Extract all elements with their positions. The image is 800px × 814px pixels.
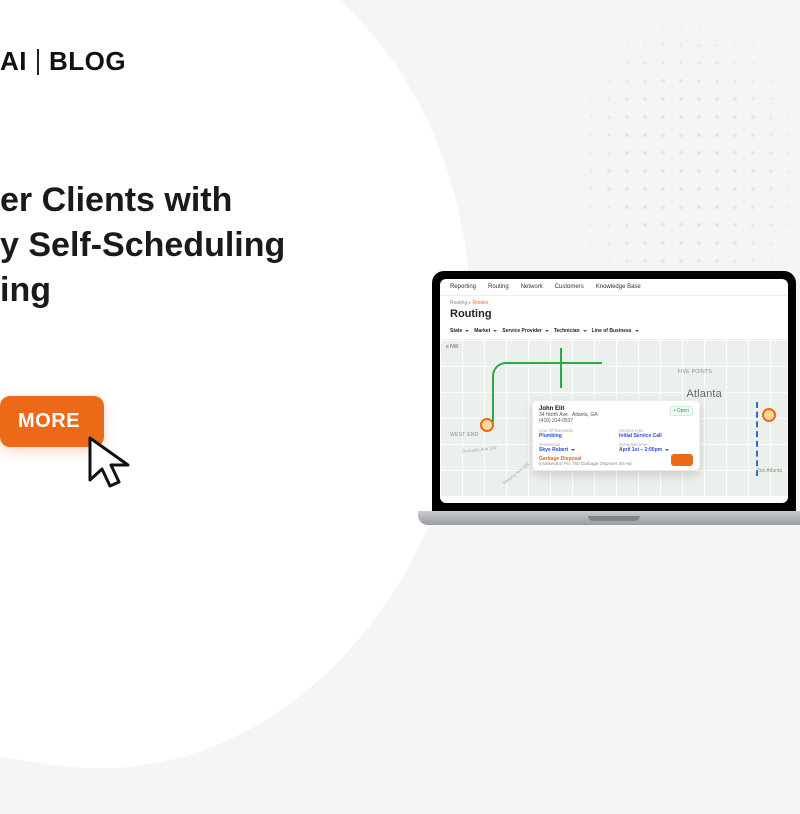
chevron-down-icon — [583, 330, 587, 332]
chevron-down-icon — [465, 330, 469, 332]
headline-line-1: er Clients with — [0, 178, 285, 223]
breadcrumb-active: Routes — [473, 300, 489, 306]
headline-line-3: ing — [0, 268, 285, 313]
disposal-model: Insinkerator Pro 750 Garbage Disposer 3/… — [539, 461, 693, 466]
app-window: Reporting Routing Network Customers Know… — [440, 279, 788, 503]
map-route-green-branch — [560, 348, 562, 388]
laptop-trackpad-notch — [588, 516, 640, 521]
nav-knowledge-base[interactable]: Knowledge Base — [596, 284, 641, 290]
hero-headline: er Clients with y Self-Scheduling ing — [0, 178, 285, 313]
chevron-down-icon — [493, 330, 497, 332]
map-neighborhood-west-end: WEST END — [450, 432, 479, 438]
nav-routing[interactable]: Routing — [488, 284, 509, 290]
customer-phone: (416) 314-0537 — [539, 418, 598, 424]
status-badge: • Open — [670, 406, 693, 416]
navigate-button[interactable] — [671, 454, 693, 466]
page-title: Routing — [440, 308, 788, 325]
technician-dropdown[interactable]: Skye Robert — [539, 447, 613, 453]
nav-reporting[interactable]: Reporting — [450, 284, 476, 290]
customer-info-card: John Elit 34 North Ave · Atlanta, GA (41… — [532, 400, 700, 471]
app-top-nav: Reporting Routing Network Customers Know… — [440, 279, 788, 296]
map-poi-zoo-atlanta: Zoo Atlanta — [757, 468, 782, 474]
filter-service-provider[interactable]: Service Provider — [502, 328, 548, 334]
routing-map[interactable]: e NW Atlanta FIVE POINTS WEST END Zoo At… — [440, 340, 788, 496]
breadcrumb: Routing ▸ Routes — [440, 296, 788, 308]
chevron-down-icon — [665, 449, 669, 451]
chevron-down-icon — [571, 449, 575, 451]
chevron-down-icon — [635, 330, 639, 332]
filter-technician[interactable]: Technician — [554, 328, 587, 334]
cursor-arrow-icon — [78, 428, 150, 500]
brand-section: BLOG — [49, 46, 126, 77]
map-city-label: Atlanta — [686, 388, 722, 400]
nav-network[interactable]: Network — [521, 284, 543, 290]
brand-row: AI BLOG — [0, 46, 126, 77]
technician-pin-icon[interactable] — [480, 418, 494, 432]
laptop-screen-bezel: Reporting Routing Network Customers Know… — [432, 271, 796, 511]
filter-line-of-business[interactable]: Line of Business — [592, 328, 639, 334]
nav-customers[interactable]: Customers — [555, 284, 584, 290]
brand-divider — [37, 49, 39, 75]
filter-state[interactable]: State — [450, 328, 469, 334]
filter-market[interactable]: Market — [474, 328, 497, 334]
filter-bar: State Market Service Provider Technician… — [440, 325, 788, 340]
breadcrumb-root[interactable]: Routing — [450, 300, 467, 306]
laptop-mockup: Reporting Routing Network Customers Know… — [418, 271, 800, 545]
map-neighborhood-five-points: FIVE POINTS — [678, 369, 712, 375]
chevron-down-icon — [545, 330, 549, 332]
map-label-nw: e NW — [446, 344, 459, 350]
schedule-dropdown[interactable]: April 1st – 2:00pm — [619, 447, 693, 453]
headline-line-2: y Self-Scheduling — [0, 223, 285, 268]
technician-pin-icon[interactable] — [762, 408, 776, 422]
brand-prefix: AI — [0, 46, 27, 77]
service-type-value: Initial Service Call — [619, 433, 693, 439]
lob-value: Plumbing — [539, 433, 613, 439]
map-route-blue — [756, 402, 758, 476]
